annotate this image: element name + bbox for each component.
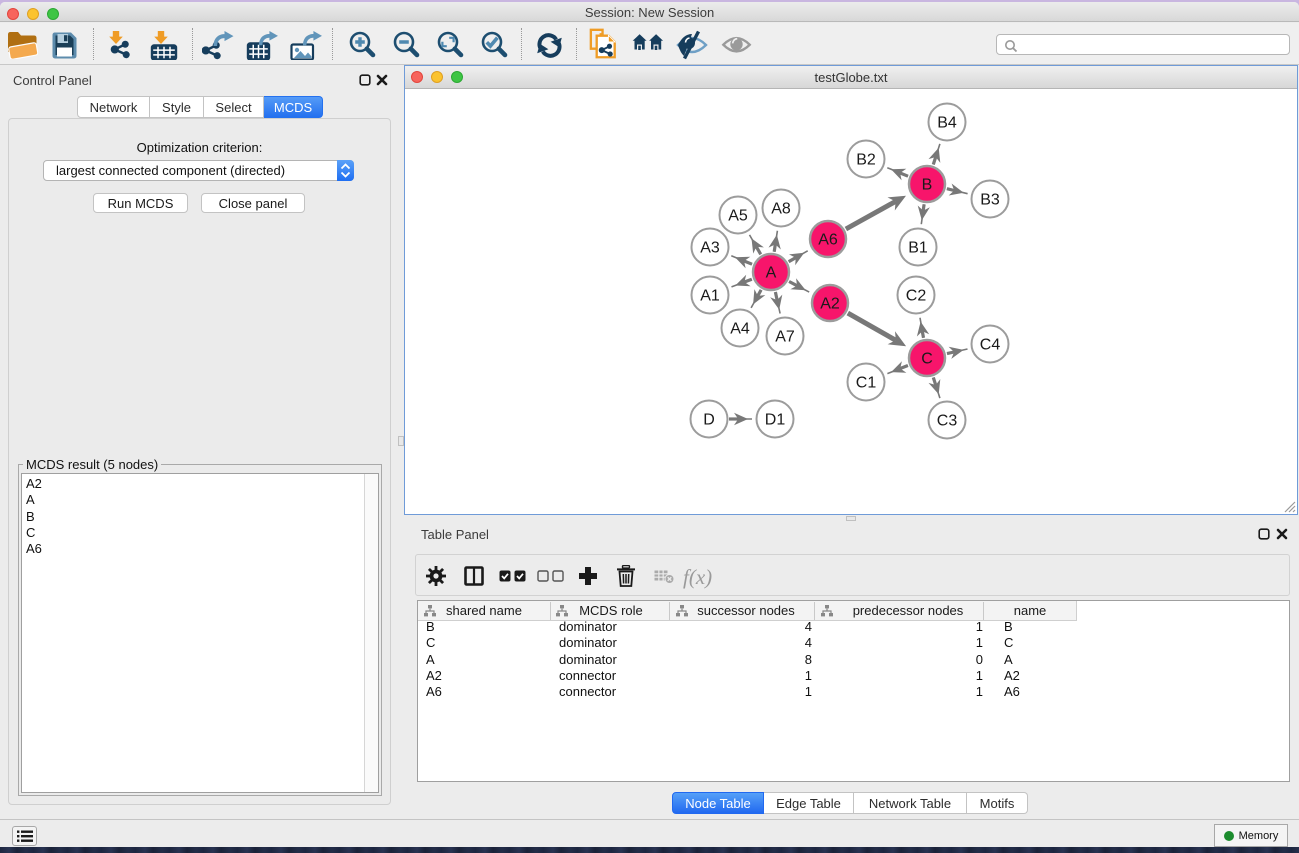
- svg-text:A1: A1: [700, 288, 720, 305]
- svg-text:D1: D1: [765, 412, 786, 429]
- svg-text:A8: A8: [771, 201, 791, 218]
- svg-text:A5: A5: [728, 208, 748, 225]
- svg-text:C1: C1: [856, 375, 877, 392]
- svg-text:B3: B3: [980, 192, 1000, 209]
- svg-text:B1: B1: [908, 240, 928, 257]
- svg-text:C2: C2: [906, 288, 927, 305]
- svg-text:C: C: [921, 351, 933, 368]
- svg-text:A2: A2: [820, 296, 840, 313]
- svg-text:A6: A6: [818, 232, 838, 249]
- svg-text:A7: A7: [775, 329, 795, 346]
- svg-text:D: D: [703, 412, 715, 429]
- svg-text:A: A: [766, 265, 777, 282]
- svg-text:B4: B4: [937, 115, 957, 132]
- svg-text:C4: C4: [980, 337, 1001, 354]
- svg-text:C3: C3: [937, 413, 958, 430]
- svg-text:A3: A3: [700, 240, 720, 257]
- svg-text:B: B: [922, 177, 933, 194]
- svg-text:A4: A4: [730, 321, 750, 338]
- svg-text:B2: B2: [856, 152, 876, 169]
